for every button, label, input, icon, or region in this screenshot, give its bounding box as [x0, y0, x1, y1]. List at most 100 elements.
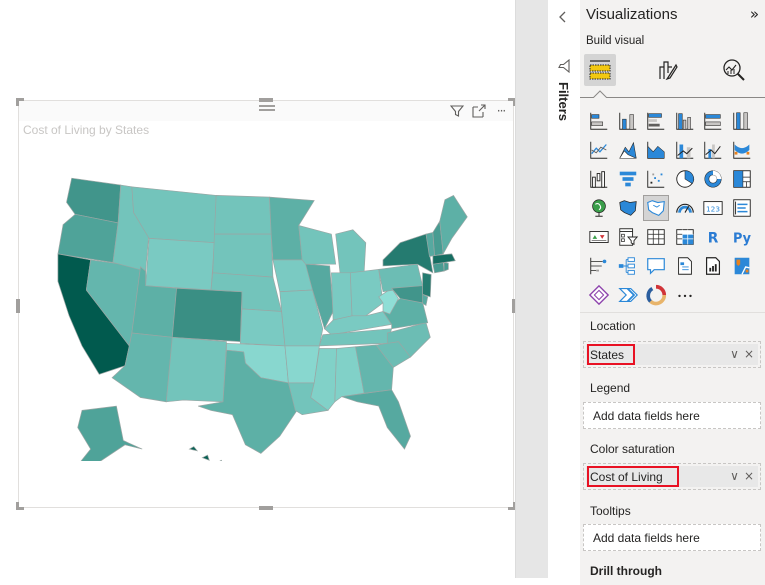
location-label: Location [590, 319, 636, 333]
visual-type-funnel-chart[interactable] [615, 166, 641, 192]
analytics-magnifier-icon [723, 59, 745, 81]
visual-type-line-and-clustered-column-chart[interactable] [700, 137, 726, 163]
state-co[interactable] [171, 287, 243, 342]
visual-type-area-chart[interactable] [615, 137, 641, 163]
funnel-icon [557, 58, 571, 77]
chevron-left-icon[interactable] [558, 10, 568, 28]
legend-well[interactable]: Add data fields here [583, 402, 761, 429]
visual-type-slicer[interactable] [615, 224, 641, 250]
decomposition-tree-icon [618, 257, 635, 275]
visual-type-scatter-chart[interactable] [643, 166, 669, 192]
remove-field-icon[interactable]: × [744, 469, 754, 483]
state-oh[interactable] [349, 268, 384, 317]
pie-chart-icon [675, 170, 694, 188]
chevron-down-icon[interactable]: ∨ [730, 347, 739, 361]
visual-type-matrix[interactable] [672, 224, 698, 250]
remove-field-icon[interactable]: × [744, 347, 754, 361]
state-ks[interactable] [239, 308, 286, 347]
state-mi[interactable] [335, 229, 367, 274]
tooltips-well[interactable]: Add data fields here [583, 524, 761, 551]
funnel-icon[interactable] [449, 103, 465, 119]
visual-type-paginated-report[interactable] [700, 253, 726, 279]
state-nm[interactable] [165, 336, 227, 403]
canvas-scroll-strip[interactable] [515, 0, 548, 578]
visual-type-azure-map[interactable] [729, 253, 755, 279]
visual-type-decomposition-tree[interactable] [615, 253, 641, 279]
visual-type-line-chart[interactable] [586, 137, 612, 163]
visual-type-card[interactable]: 123 [700, 195, 726, 221]
visual-type-ribbon-chart[interactable] [729, 137, 755, 163]
visualizations-title: Visualizations [586, 6, 678, 23]
color-saturation-well[interactable]: Cost of Living ∨ × [583, 463, 761, 490]
state-fl[interactable] [341, 389, 411, 450]
visual-type-r-script-visual[interactable]: R [700, 224, 726, 250]
highlight-box [587, 344, 635, 365]
filters-pane-collapsed[interactable]: Filters [548, 0, 580, 585]
tab-analytics[interactable] [718, 54, 750, 86]
visual-type-qa-visual[interactable] [643, 253, 669, 279]
visual-type-kpi[interactable] [586, 224, 612, 250]
state-ak[interactable] [73, 405, 143, 461]
drag-grip[interactable] [259, 105, 275, 113]
filters-label[interactable]: Filters [556, 82, 571, 121]
visual-type-waterfall-chart[interactable] [586, 166, 612, 192]
visual-type-python-visual[interactable]: Py [729, 224, 755, 250]
state-in[interactable] [331, 272, 353, 321]
state-nj[interactable] [422, 272, 432, 298]
key-influencers-icon [590, 257, 607, 275]
resize-handle-top-left[interactable] [16, 98, 24, 106]
state-me[interactable] [439, 194, 468, 255]
visual-type-power-automate[interactable] [615, 282, 641, 308]
expand-pane-icon[interactable]: » [750, 5, 759, 23]
visual-type-treemap[interactable] [729, 166, 755, 192]
tab-build-visual[interactable] [584, 54, 616, 86]
resize-handle-bottom[interactable] [259, 506, 273, 510]
visual-type-donut-chart[interactable] [700, 166, 726, 192]
state-ri[interactable] [443, 262, 449, 272]
svg-text:R: R [708, 231, 719, 247]
donut-chart-icon [704, 170, 722, 188]
field-pill-states[interactable]: States ∨ × [586, 344, 758, 365]
highlight-box [587, 466, 679, 487]
focus-mode-icon[interactable] [471, 103, 487, 119]
card-icon: 123 [703, 201, 723, 215]
visual-type-100-stacked-bar-chart[interactable] [700, 108, 726, 134]
state-ar[interactable] [284, 345, 320, 384]
state-hi[interactable] [188, 446, 227, 461]
chevron-down-icon[interactable]: ∨ [730, 469, 739, 483]
resize-handle-bottom-left[interactable] [16, 502, 24, 510]
visual-type-power-apps[interactable] [586, 282, 612, 308]
visual-type-multi-row-card[interactable] [729, 195, 755, 221]
visual-type-clustered-column-chart[interactable] [672, 108, 698, 134]
visual-type-key-influencers[interactable] [586, 253, 612, 279]
visual-type-more-visuals[interactable] [672, 282, 698, 308]
more-options-icon[interactable]: ··· [493, 103, 509, 119]
tab-format-visual[interactable] [652, 54, 684, 86]
visual-type-map[interactable] [586, 195, 612, 221]
field-pill-cost-of-living[interactable]: Cost of Living ∨ × [586, 466, 758, 487]
resize-handle-left[interactable] [16, 299, 20, 313]
matrix-icon [675, 229, 694, 245]
state-wy[interactable] [145, 238, 215, 291]
visual-type-filled-map[interactable] [615, 195, 641, 221]
resize-handle-top[interactable] [259, 98, 273, 102]
state-sd[interactable] [212, 233, 274, 278]
visual-type-table[interactable] [643, 224, 669, 250]
format-brush-icon [659, 61, 678, 81]
visual-type-stacked-column-chart[interactable] [615, 108, 641, 134]
visual-type-stacked-bar-chart[interactable] [586, 108, 612, 134]
state-wi[interactable] [298, 225, 337, 265]
filled-map-visual[interactable]: Cost of Living by States ··· [16, 98, 516, 510]
visual-type-arcgis-map[interactable] [643, 282, 669, 308]
visual-type-stacked-area-chart[interactable] [643, 137, 669, 163]
visual-type-100-stacked-column-chart[interactable] [729, 108, 755, 134]
location-well[interactable]: States ∨ × [583, 341, 761, 368]
state-nd[interactable] [214, 195, 272, 235]
visual-type-gauge[interactable] [672, 195, 698, 221]
visual-type-pie-chart[interactable] [672, 166, 698, 192]
visual-type-line-and-stacked-column-chart[interactable] [672, 137, 698, 163]
visual-type-shape-map[interactable] [643, 195, 669, 221]
visual-type-clustered-bar-chart[interactable] [643, 108, 669, 134]
visual-type-smart-narrative[interactable] [672, 253, 698, 279]
clustered-column-chart-icon [675, 112, 693, 130]
